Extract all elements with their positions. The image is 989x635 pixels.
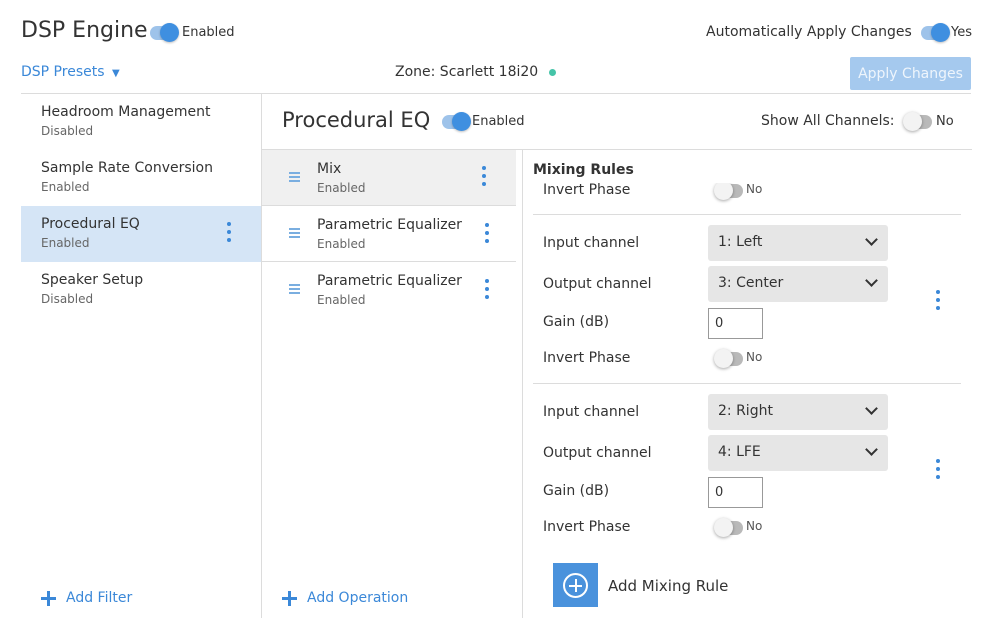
chevron-down-icon	[866, 446, 876, 456]
filter-name: Speaker Setup	[41, 272, 144, 288]
mixing-rules-title: Mixing Rules	[533, 162, 634, 178]
panel-title: Procedural EQ	[282, 108, 431, 132]
auto-apply-label: Automatically Apply Changes	[706, 24, 912, 40]
auto-apply-toggle[interactable]	[921, 23, 950, 42]
invert-phase-label: Invert Phase	[543, 350, 631, 366]
invert-phase-toggle[interactable]	[714, 181, 743, 200]
apply-changes-button[interactable]: Apply Changes	[850, 57, 971, 90]
output-channel-select[interactable]: 3: Center	[708, 266, 888, 302]
filter-item-speaker-setup[interactable]: Speaker Setup Disabled	[21, 262, 261, 318]
operation-item-parametric-equalizer[interactable]: Parametric Equalizer Enabled	[262, 262, 516, 318]
chevron-down-icon	[866, 405, 876, 415]
add-filter-button[interactable]: Add Filter	[66, 590, 132, 606]
chevron-down-icon	[866, 277, 876, 287]
app-title: DSP Engine	[21, 18, 148, 43]
divider	[522, 150, 523, 618]
filter-item-headroom-management[interactable]: Headroom Management Disabled	[21, 94, 261, 150]
filter-item-procedural-eq[interactable]: Procedural EQ Enabled	[21, 206, 261, 262]
filter-status: Disabled	[41, 124, 94, 138]
filter-enabled-label: Enabled	[472, 114, 525, 129]
more-options-icon[interactable]	[933, 458, 943, 482]
dsp-presets-dropdown[interactable]: DSP Presets ▼	[21, 64, 120, 80]
input-channel-value: 1: Left	[718, 234, 763, 250]
chevron-down-icon	[866, 236, 876, 246]
zone-label: Zone: Scarlett 18i20	[395, 64, 539, 80]
toggle-knob	[714, 349, 733, 368]
filter-name: Procedural EQ	[41, 216, 140, 232]
operation-name: Mix	[317, 161, 342, 177]
more-options-icon[interactable]	[482, 222, 492, 246]
add-operation-button[interactable]: Add Operation	[307, 590, 408, 606]
output-channel-value: 4: LFE	[718, 444, 761, 460]
invert-phase-label: Invert Phase	[543, 519, 631, 535]
more-options-icon[interactable]	[482, 278, 492, 302]
filter-name: Sample Rate Conversion	[41, 160, 213, 176]
output-channel-label: Output channel	[543, 276, 652, 292]
more-options-icon[interactable]	[224, 221, 234, 245]
show-all-channels-toggle[interactable]	[903, 112, 932, 131]
output-channel-label: Output channel	[543, 445, 652, 461]
divider	[533, 214, 961, 215]
caret-down-icon: ▼	[111, 68, 120, 79]
operation-status: Enabled	[317, 237, 366, 251]
add-mixing-rule-icon-button[interactable]	[553, 563, 598, 607]
invert-phase-toggle[interactable]	[714, 349, 743, 368]
engine-toggle-label: Enabled	[182, 25, 235, 40]
input-channel-label: Input channel	[543, 235, 640, 251]
toggle-knob	[714, 518, 733, 537]
input-channel-label: Input channel	[543, 404, 640, 420]
operation-name: Parametric Equalizer	[317, 217, 462, 233]
plus-circle-icon	[563, 573, 588, 598]
show-all-channels-value: No	[936, 114, 954, 129]
operation-status: Enabled	[317, 181, 366, 195]
input-channel-value: 2: Right	[718, 403, 773, 419]
gain-label: Gain (dB)	[543, 483, 610, 499]
gain-input[interactable]	[708, 308, 763, 339]
toggle-knob	[714, 181, 733, 200]
more-options-icon[interactable]	[479, 165, 489, 189]
output-channel-value: 3: Center	[718, 275, 784, 291]
output-channel-select[interactable]: 4: LFE	[708, 435, 888, 471]
plus-icon	[41, 591, 56, 606]
add-mixing-rule-button[interactable]: Add Mixing Rule	[608, 577, 728, 595]
toggle-knob	[452, 112, 471, 131]
invert-phase-toggle[interactable]	[714, 518, 743, 537]
filter-name: Headroom Management	[41, 104, 211, 120]
drag-handle-icon[interactable]	[289, 172, 300, 182]
auto-apply-value: Yes	[951, 25, 972, 40]
divider	[533, 383, 961, 384]
presets-label: DSP Presets	[21, 64, 105, 80]
operation-item-parametric-equalizer[interactable]: Parametric Equalizer Enabled	[262, 206, 516, 262]
operation-name: Parametric Equalizer	[317, 273, 462, 289]
operation-item-mix[interactable]: Mix Enabled	[262, 150, 516, 206]
invert-phase-label: Invert Phase	[543, 182, 631, 198]
filter-status: Enabled	[41, 180, 90, 194]
toggle-knob	[160, 23, 179, 42]
invert-phase-value: No	[746, 350, 763, 364]
drag-handle-icon[interactable]	[289, 284, 300, 294]
zone-status-dot	[549, 69, 556, 76]
engine-toggle[interactable]	[150, 23, 179, 42]
more-options-icon[interactable]	[933, 289, 943, 313]
input-channel-select[interactable]: 2: Right	[708, 394, 888, 430]
toggle-knob	[931, 23, 950, 42]
toggle-knob	[903, 112, 922, 131]
show-all-channels-label: Show All Channels:	[761, 113, 895, 129]
gain-label: Gain (dB)	[543, 314, 610, 330]
input-channel-select[interactable]: 1: Left	[708, 225, 888, 261]
plus-icon	[282, 591, 297, 606]
invert-phase-value: No	[746, 182, 763, 196]
filter-enabled-toggle[interactable]	[442, 112, 471, 131]
filter-status: Disabled	[41, 292, 94, 306]
drag-handle-icon[interactable]	[289, 228, 300, 238]
operation-status: Enabled	[317, 293, 366, 307]
invert-phase-value: No	[746, 519, 763, 533]
filter-item-sample-rate-conversion[interactable]: Sample Rate Conversion Enabled	[21, 150, 261, 206]
filter-status: Enabled	[41, 236, 90, 250]
gain-input[interactable]	[708, 477, 763, 508]
partial-rule-row: Invert Phase No	[523, 180, 971, 210]
